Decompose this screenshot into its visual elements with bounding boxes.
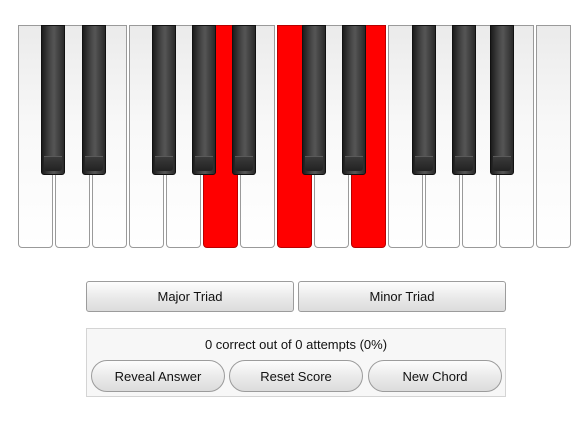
minor-triad-button[interactable]: Minor Triad (298, 281, 506, 312)
black-key-10[interactable] (490, 25, 514, 175)
black-key-2[interactable] (82, 25, 106, 175)
black-key-6[interactable] (302, 25, 326, 175)
black-key-9[interactable] (452, 25, 476, 175)
reveal-answer-button[interactable]: Reveal Answer (91, 360, 225, 392)
black-key-1[interactable] (41, 25, 65, 175)
white-key-15[interactable] (536, 25, 571, 248)
score-text: 0 correct out of 0 attempts (0%) (204, 337, 388, 352)
chord-trainer-app: Major Triad Minor Triad 0 correct out of… (0, 0, 585, 421)
reset-score-button[interactable]: Reset Score (229, 360, 363, 392)
new-chord-button[interactable]: New Chord (368, 360, 502, 392)
black-key-4[interactable] (192, 25, 216, 175)
black-key-3[interactable] (152, 25, 176, 175)
black-key-8[interactable] (412, 25, 436, 175)
black-key-7[interactable] (342, 25, 366, 175)
black-key-5[interactable] (232, 25, 256, 175)
score-panel: 0 correct out of 0 attempts (0%) Reveal … (86, 328, 506, 397)
piano-keyboard (18, 25, 574, 250)
major-triad-button[interactable]: Major Triad (86, 281, 294, 312)
